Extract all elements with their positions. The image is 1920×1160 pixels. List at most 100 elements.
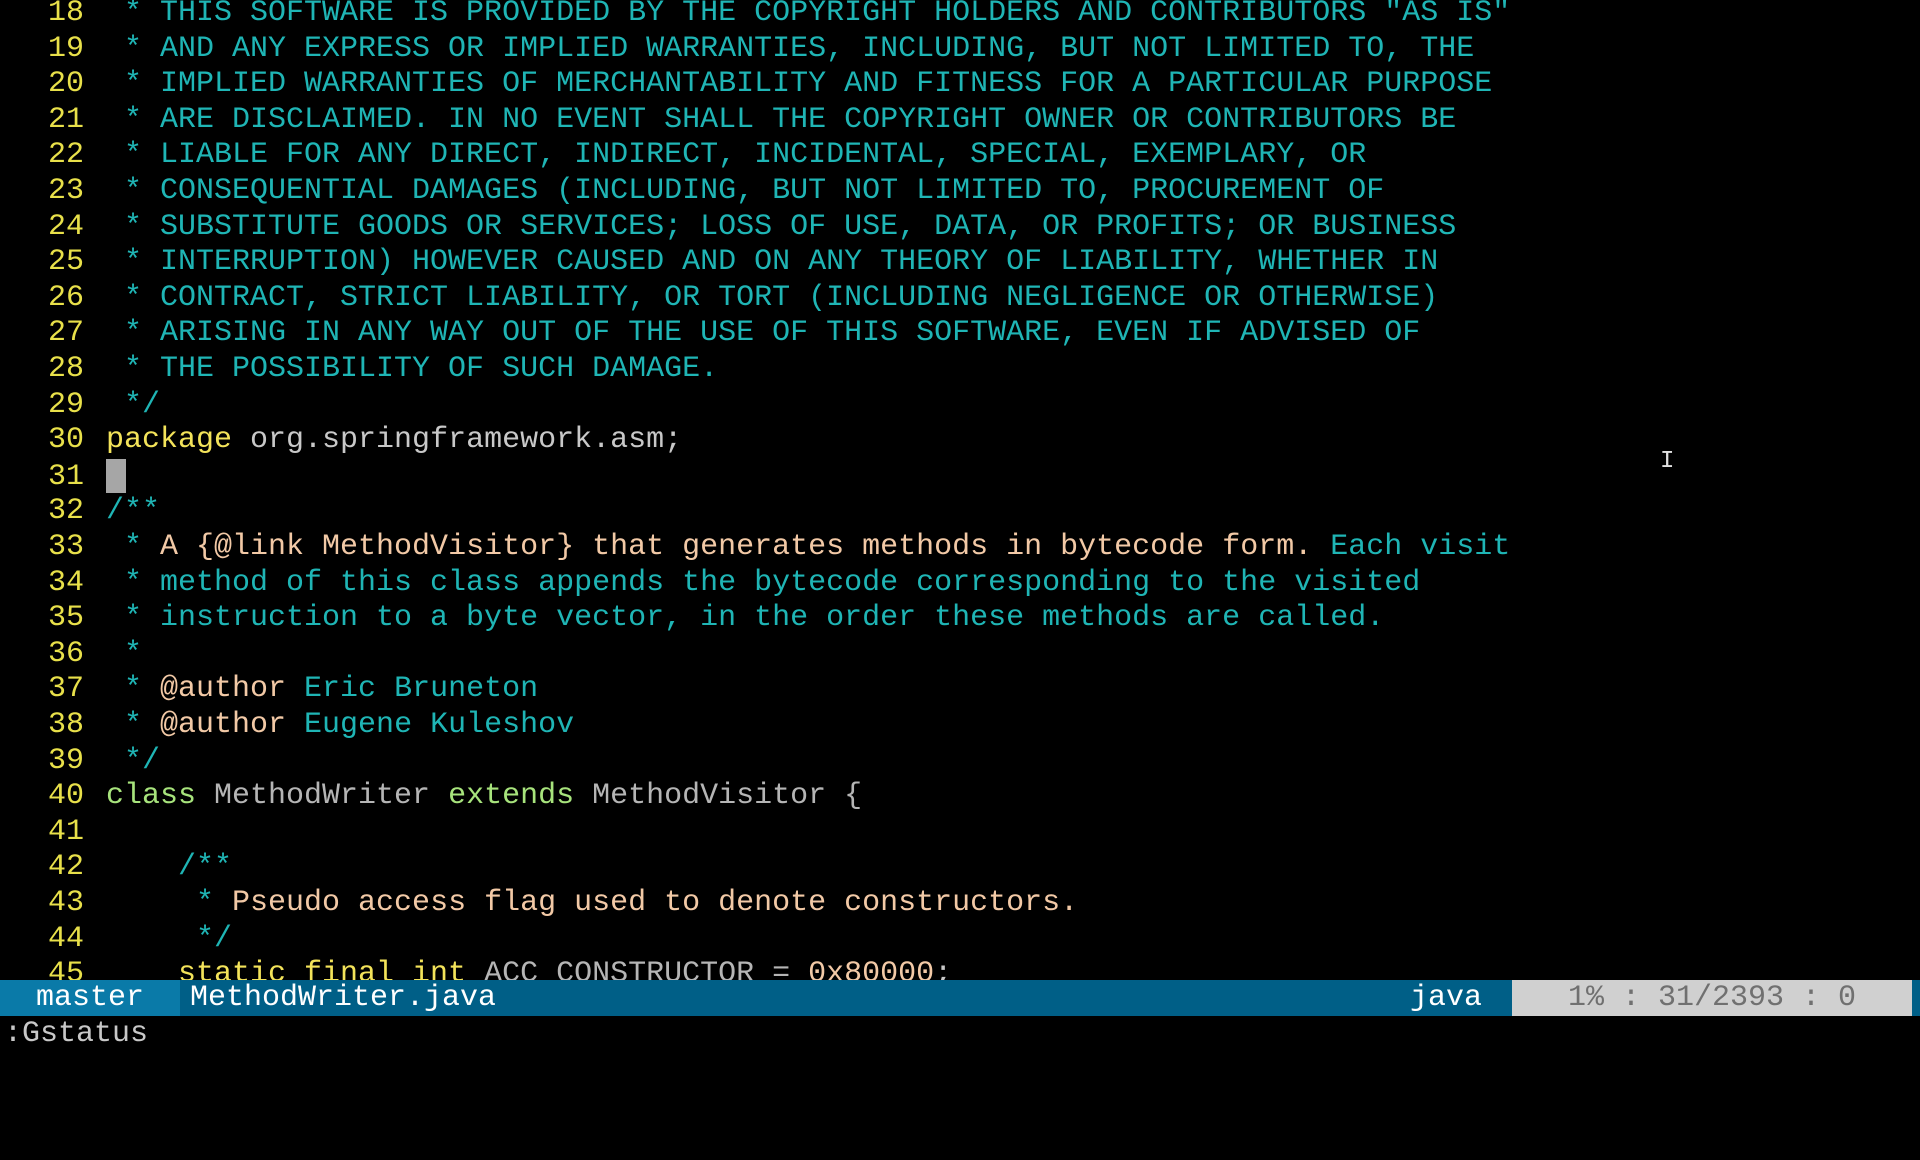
code-line[interactable]: 34 * method of this class appends the by…: [0, 566, 1920, 601]
code-text: * THE POSSIBILITY OF SUCH DAMAGE.: [106, 352, 718, 387]
line-number: 34: [47, 565, 84, 600]
code-line[interactable]: 44 */: [0, 922, 1920, 957]
code-text: * instruction to a byte vector, in the o…: [106, 601, 1384, 636]
code-token: extends: [448, 779, 575, 814]
code-text: * AND ANY EXPRESS OR IMPLIED WARRANTIES,…: [106, 32, 1474, 67]
code-text: *: [106, 637, 142, 672]
code-token: *: [106, 530, 161, 564]
code-token: *: [106, 708, 161, 742]
code-line[interactable]: 37 * @author Eric Bruneton: [0, 672, 1920, 707]
text-cursor: [106, 458, 126, 493]
line-number: 27: [47, 316, 84, 351]
code-token: class: [106, 779, 197, 814]
code-token: */: [106, 921, 233, 956]
code-text: * Pseudo access flag used to denote cons…: [106, 886, 1078, 921]
code-token: * CONTRACT, STRICT LIABILITY, OR TORT (I…: [106, 280, 1439, 315]
line-number: 38: [47, 708, 84, 742]
code-line[interactable]: 36 *: [0, 637, 1920, 672]
code-line[interactable]: 19 * AND ANY EXPRESS OR IMPLIED WARRANTI…: [0, 32, 1920, 67]
code-line[interactable]: 29 */: [0, 388, 1920, 423]
code-token: MethodVisitor {: [574, 779, 863, 814]
status-line: master MethodWriter.java java 1% : 31/23…: [0, 980, 1920, 1016]
code-line[interactable]: 21 * ARE DISCLAIMED. IN NO EVENT SHALL T…: [0, 103, 1920, 138]
line-number: 21: [47, 102, 84, 137]
code-line[interactable]: 43 * Pseudo access flag used to denote c…: [0, 886, 1920, 921]
code-token: * THE POSSIBILITY OF SUCH DAMAGE.: [106, 352, 719, 386]
code-text: * INTERRUPTION) HOWEVER CAUSED AND ON AN…: [106, 245, 1438, 280]
code-token: * AND ANY EXPRESS OR IMPLIED WARRANTIES,…: [106, 31, 1475, 66]
line-number: 36: [47, 636, 84, 671]
code-text: * LIABLE FOR ANY DIRECT, INDIRECT, INCID…: [106, 138, 1366, 173]
command-line[interactable]: :Gstatus: [4, 1016, 148, 1052]
filetype-label: java: [1410, 981, 1483, 1015]
line-number: 40: [47, 779, 84, 814]
line-number: 45: [47, 957, 84, 980]
line-number: 42: [47, 850, 84, 885]
code-line[interactable]: 20 * IMPLIED WARRANTIES OF MERCHANTABILI…: [0, 67, 1920, 102]
code-token: * THIS SOFTWARE IS PROVIDED BY THE COPYR…: [106, 0, 1511, 30]
line-number: 29: [47, 387, 84, 422]
code-line[interactable]: 42 /**: [0, 850, 1920, 885]
code-line[interactable]: 23 * CONSEQUENTIAL DAMAGES (INCLUDING, B…: [0, 174, 1920, 209]
code-token: * LIABLE FOR ANY DIRECT, INDIRECT, INCID…: [106, 138, 1367, 173]
code-line[interactable]: 31: [0, 458, 1920, 495]
code-text: * ARISING IN ANY WAY OUT OF THE USE OF T…: [106, 316, 1420, 351]
code-text: * CONSEQUENTIAL DAMAGES (INCLUDING, BUT …: [106, 174, 1384, 209]
code-line[interactable]: 22 * LIABLE FOR ANY DIRECT, INDIRECT, IN…: [0, 138, 1920, 173]
cursor-position-label: 1% : 31/2393 : 0: [1512, 980, 1912, 1016]
line-number: 18: [47, 0, 84, 30]
code-line[interactable]: 45 static final int ACC_CONSTRUCTOR = 0x…: [0, 957, 1920, 980]
code-line[interactable]: 18 * THIS SOFTWARE IS PROVIDED BY THE CO…: [0, 0, 1920, 31]
code-text: static final int ACC_CONSTRUCTOR = 0x800…: [106, 957, 952, 980]
line-number: 33: [47, 530, 84, 564]
code-text: class MethodWriter extends MethodVisitor…: [106, 779, 862, 814]
editor-buffer[interactable]: 18 * THIS SOFTWARE IS PROVIDED BY THE CO…: [0, 0, 1920, 980]
line-number: 19: [47, 31, 84, 66]
code-line[interactable]: 35 * instruction to a byte vector, in th…: [0, 601, 1920, 636]
code-token: * INTERRUPTION) HOWEVER CAUSED AND ON AN…: [106, 245, 1439, 280]
code-line[interactable]: 40 class MethodWriter extends MethodVisit…: [0, 779, 1920, 814]
code-token: /**: [106, 850, 233, 885]
code-token: A {@link MethodVisitor} that generates m…: [160, 530, 1313, 564]
code-token: Eric Bruneton: [286, 672, 539, 707]
code-line[interactable]: 30 package org.springframework.asm;: [0, 423, 1920, 458]
code-token: *: [106, 886, 233, 920]
line-number: 24: [47, 209, 84, 244]
code-line[interactable]: 28 * THE POSSIBILITY OF SUCH DAMAGE.: [0, 352, 1920, 387]
git-branch-label: master: [0, 980, 180, 1016]
code-token: ;: [934, 957, 953, 980]
line-number: 39: [47, 743, 84, 778]
code-text: * ARE DISCLAIMED. IN NO EVENT SHALL THE …: [106, 103, 1456, 138]
code-text: * THIS SOFTWARE IS PROVIDED BY THE COPYR…: [106, 0, 1510, 31]
line-number: 22: [47, 138, 84, 173]
code-text: [106, 458, 126, 495]
code-line[interactable]: 25 * INTERRUPTION) HOWEVER CAUSED AND ON…: [0, 245, 1920, 280]
code-token: static final int: [178, 957, 467, 980]
line-number: 23: [47, 174, 84, 208]
code-line[interactable]: 27 * ARISING IN ANY WAY OUT OF THE USE O…: [0, 316, 1920, 351]
code-line[interactable]: 24 * SUBSTITUTE GOODS OR SERVICES; LOSS …: [0, 210, 1920, 245]
line-number: 37: [47, 672, 84, 707]
line-number: 32: [47, 494, 84, 529]
code-line[interactable]: 32 /**: [0, 494, 1920, 529]
code-token: Pseudo access flag used to denote constr…: [232, 886, 1079, 920]
code-text: */: [106, 922, 232, 957]
code-text: * IMPLIED WARRANTIES OF MERCHANTABILITY …: [106, 67, 1492, 102]
line-number: 44: [47, 921, 84, 956]
code-token: *: [106, 636, 143, 671]
code-text: * method of this class appends the bytec…: [106, 566, 1420, 601]
code-token: 0x80000: [808, 957, 935, 980]
code-line[interactable]: 41: [0, 815, 1920, 850]
code-token: * ARE DISCLAIMED. IN NO EVENT SHALL THE …: [106, 102, 1457, 137]
code-line[interactable]: 33 * A {@link MethodVisitor} that genera…: [0, 530, 1920, 565]
code-line[interactable]: 26 * CONTRACT, STRICT LIABILITY, OR TORT…: [0, 281, 1920, 316]
code-token: * IMPLIED WARRANTIES OF MERCHANTABILITY …: [106, 67, 1493, 102]
line-number: 41: [47, 814, 84, 849]
code-text: */: [106, 744, 160, 779]
code-token: ACC_CONSTRUCTOR =: [466, 957, 809, 980]
code-line[interactable]: 38 * @author Eugene Kuleshov: [0, 708, 1920, 743]
code-token: MethodWriter: [196, 779, 449, 814]
code-token: org.springframework.asm;: [232, 423, 683, 458]
code-line[interactable]: 39 */: [0, 744, 1920, 779]
